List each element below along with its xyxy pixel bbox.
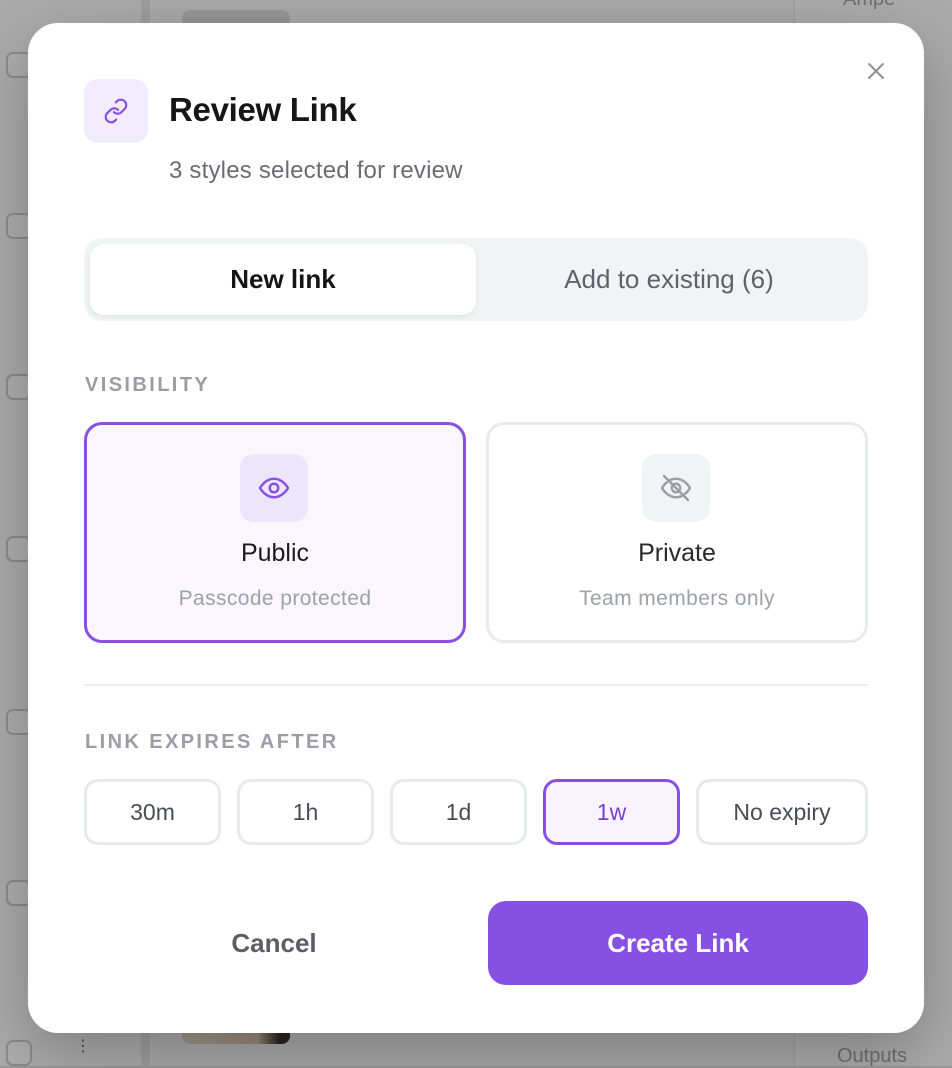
expiry-option-no-expiry[interactable]: No expiry <box>696 779 868 845</box>
close-icon <box>868 63 884 79</box>
link-icon-badge <box>84 79 148 143</box>
modal-subtitle: 3 styles selected for review <box>169 157 463 184</box>
cancel-button[interactable]: Cancel <box>84 901 464 985</box>
tab-new-link[interactable]: New link <box>90 244 476 315</box>
link-icon <box>104 98 128 124</box>
modal-title: Review Link <box>169 91 357 128</box>
eye-off-icon <box>660 474 692 502</box>
visibility-option-public[interactable]: Public Passcode protected <box>84 422 466 643</box>
visibility-option-title: Public <box>240 539 310 567</box>
close-button[interactable] <box>864 59 888 83</box>
visibility-option-private[interactable]: Private Team members only <box>486 422 868 643</box>
eye-icon-badge <box>240 454 308 522</box>
eye-off-icon-badge <box>642 454 710 522</box>
visibility-option-title: Private <box>638 539 716 567</box>
link-mode-tabs: New link Add to existing (6) <box>84 238 868 321</box>
visibility-label: VISIBILITY <box>85 374 211 396</box>
expiry-option-1d[interactable]: 1d <box>390 779 527 845</box>
section-divider <box>84 684 868 686</box>
create-link-button[interactable]: Create Link <box>488 901 868 985</box>
visibility-option-subtitle: Passcode protected <box>178 587 372 610</box>
visibility-option-subtitle: Team members only <box>579 587 775 610</box>
review-link-modal: Review Link 3 styles selected for review… <box>28 23 924 1033</box>
tab-add-to-existing[interactable]: Add to existing (6) <box>476 244 862 315</box>
expiry-option-30m[interactable]: 30m <box>84 779 221 845</box>
eye-icon <box>258 477 290 499</box>
expiry-label: LINK EXPIRES AFTER <box>85 731 339 753</box>
expiry-option-1h[interactable]: 1h <box>237 779 374 845</box>
expiry-option-1w[interactable]: 1w <box>543 779 680 845</box>
